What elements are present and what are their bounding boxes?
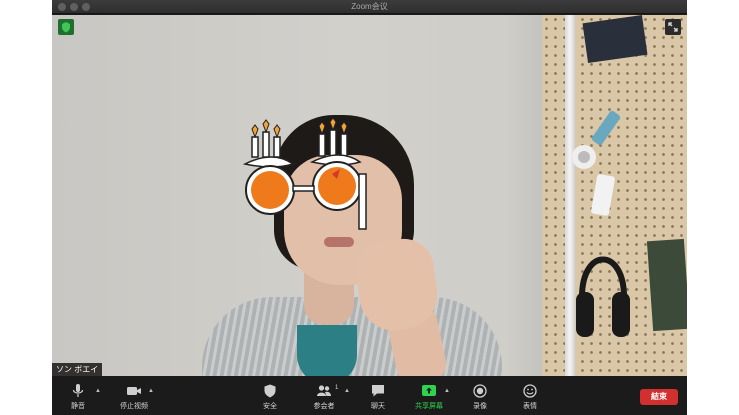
stop-video-button[interactable]: 停止视频 bbox=[112, 376, 156, 415]
smiley-icon bbox=[523, 384, 537, 398]
chat-button[interactable]: 聊天 bbox=[360, 376, 396, 415]
stop-video-label: 停止视频 bbox=[120, 403, 148, 410]
video-options-chevron-icon[interactable]: ▲ bbox=[148, 388, 154, 394]
share-options-chevron-icon[interactable]: ▲ bbox=[444, 388, 450, 394]
share-screen-label: 共享屏幕 bbox=[415, 403, 443, 410]
record-label: 录像 bbox=[473, 403, 487, 410]
mouth bbox=[324, 237, 354, 247]
share-screen-button[interactable]: 共享屏幕 bbox=[408, 376, 450, 415]
mute-label: 静音 bbox=[71, 403, 85, 410]
reactions-button[interactable]: 表情 bbox=[512, 376, 548, 415]
shield-icon bbox=[264, 384, 276, 398]
mute-button[interactable]: 静音 bbox=[60, 376, 96, 415]
security-button[interactable]: 安全 bbox=[252, 376, 288, 415]
tape-roll bbox=[572, 145, 596, 169]
meeting-toolbar: 静音 ▲ 停止视频 ▲ 安全 参会者 1 ▲ 聊天 共享屏幕 ▲ 录像 表情 結… bbox=[52, 376, 687, 415]
people-icon bbox=[317, 385, 331, 396]
teal-tshirt bbox=[297, 325, 357, 376]
book bbox=[646, 238, 687, 332]
window-title: Zoom会议 bbox=[351, 2, 388, 11]
video-camera-icon bbox=[127, 387, 141, 395]
end-meeting-button[interactable]: 結束 bbox=[640, 389, 678, 405]
audio-options-chevron-icon[interactable]: ▲ bbox=[95, 388, 101, 394]
participants-button[interactable]: 参会者 bbox=[304, 376, 344, 415]
reactions-label: 表情 bbox=[523, 403, 537, 410]
zoom-window: Zoom会议 ソン ボエイ 静音 ▲ 停止视频 ▲ 安全 参会者 1 ▲ 聊天 … bbox=[52, 0, 687, 415]
participants-label: 参会者 bbox=[313, 403, 335, 410]
participants-options-chevron-icon[interactable]: ▲ bbox=[344, 388, 350, 394]
headphones bbox=[576, 256, 630, 337]
encryption-shield-icon[interactable] bbox=[58, 19, 74, 35]
chat-label: 聊天 bbox=[371, 403, 385, 410]
chat-bubble-icon bbox=[372, 385, 384, 397]
microphone-icon bbox=[72, 384, 84, 397]
video-feed: ソン ボエイ bbox=[52, 15, 687, 376]
security-label: 安全 bbox=[263, 403, 277, 410]
participant-name-tag: ソン ボエイ bbox=[52, 363, 103, 376]
share-screen-icon bbox=[422, 385, 436, 396]
shelf-box bbox=[582, 15, 648, 63]
wall-corner bbox=[507, 15, 547, 376]
record-icon bbox=[473, 384, 487, 398]
fullscreen-icon[interactable] bbox=[665, 19, 681, 35]
record-button[interactable]: 录像 bbox=[462, 376, 498, 415]
participant-count-badge: 1 bbox=[335, 385, 339, 391]
birthday-glasses-filter bbox=[242, 117, 367, 230]
title-bar: Zoom会议 bbox=[52, 0, 687, 14]
